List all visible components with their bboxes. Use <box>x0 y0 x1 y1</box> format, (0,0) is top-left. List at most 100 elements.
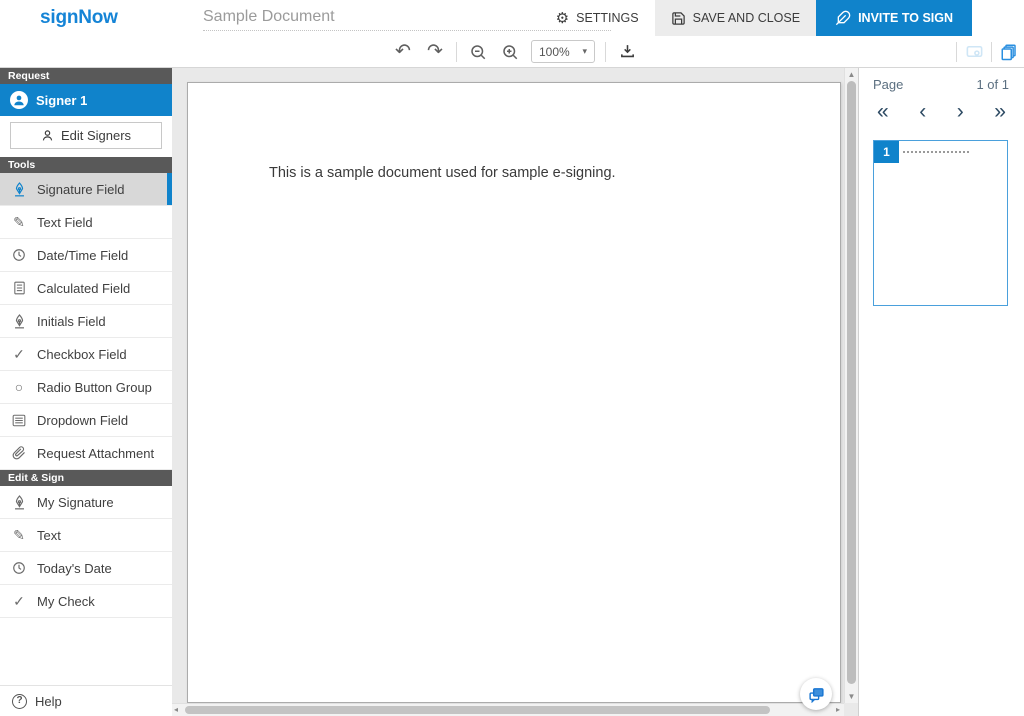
pencil-icon: ✎ <box>10 214 28 231</box>
horizontal-scrollbar-thumb[interactable] <box>185 706 770 714</box>
tool-text-field[interactable]: ✎ Text Field <box>0 206 172 239</box>
quill-icon <box>835 10 851 26</box>
help-button[interactable]: ? Help <box>0 685 172 716</box>
clock-icon <box>10 248 28 262</box>
edit-signers-wrap: Edit Signers <box>0 116 172 157</box>
edit-signers-button[interactable]: Edit Signers <box>10 122 162 149</box>
help-label: Help <box>35 694 62 709</box>
tool-dropdown-field[interactable]: Dropdown Field <box>0 404 172 437</box>
tool-label: Request Attachment <box>37 446 154 461</box>
invite-to-sign-button[interactable]: INVITE TO SIGN <box>816 0 972 36</box>
tool-label: Calculated Field <box>37 281 130 296</box>
signer-1-label: Signer 1 <box>36 93 87 108</box>
sidebar-spacer <box>0 618 172 685</box>
pen-nib-icon <box>10 182 28 197</box>
tool-datetime-field[interactable]: Date/Time Field <box>0 239 172 272</box>
tool-todays-date[interactable]: Today's Date <box>0 552 172 585</box>
page-thumbnail[interactable]: 1 <box>873 140 1008 306</box>
pencil-icon: ✎ <box>10 527 28 544</box>
tool-label: Radio Button Group <box>37 380 152 395</box>
zoom-level-value: 100% <box>539 45 570 59</box>
checkmark-icon: ✓ <box>10 346 28 363</box>
zoom-in-icon[interactable] <box>499 41 521 63</box>
calculator-icon <box>10 281 28 295</box>
save-icon <box>671 11 686 26</box>
toolbar-right <box>950 36 1024 67</box>
checkmark-icon: ✓ <box>10 593 28 610</box>
previous-page-button[interactable]: ‹ <box>911 98 934 126</box>
pen-nib-icon <box>10 495 28 510</box>
page-navigation: « ‹ › » <box>869 98 1014 126</box>
zoom-out-icon[interactable] <box>467 41 489 63</box>
clock-icon <box>10 561 28 575</box>
tool-my-check[interactable]: ✓ My Check <box>0 585 172 618</box>
signnow-logo: signNow <box>40 0 118 36</box>
tool-label: My Check <box>37 594 95 609</box>
page-thumbnails-icon[interactable] <box>998 41 1020 63</box>
chat-button[interactable] <box>800 678 832 710</box>
pages-panel: Page 1 of 1 « ‹ › » 1 <box>858 68 1024 716</box>
signer-1-row[interactable]: Signer 1 <box>0 84 172 116</box>
header-actions: ⚙ SETTINGS SAVE AND CLOSE INVITE TO SIGN <box>540 0 1024 36</box>
tool-label: Initials Field <box>37 314 106 329</box>
tool-signature-field[interactable]: Signature Field <box>0 173 172 206</box>
zoom-level-dropdown[interactable]: 100% ▾ <box>531 40 595 63</box>
left-sidebar: Request Signer 1 Edit Signers Tools Sign… <box>0 68 172 716</box>
next-page-button[interactable]: › <box>949 98 972 126</box>
signer-avatar-icon <box>10 91 28 109</box>
scroll-down-icon[interactable]: ▼ <box>845 692 858 701</box>
toolbar-divider <box>605 42 606 62</box>
page-number-badge: 1 <box>874 141 899 163</box>
tool-label: Dropdown Field <box>37 413 128 428</box>
tool-label: Text Field <box>37 215 93 230</box>
tool-my-signature[interactable]: My Signature <box>0 486 172 519</box>
redo-icon[interactable]: ↷ <box>424 41 446 63</box>
pages-panel-header: Page 1 of 1 <box>873 77 1009 92</box>
toolbar-divider <box>456 42 457 62</box>
first-page-button[interactable]: « <box>869 98 897 126</box>
tool-initials-field[interactable]: Initials Field <box>0 305 172 338</box>
list-box-icon <box>10 414 28 427</box>
save-and-close-button[interactable]: SAVE AND CLOSE <box>655 0 816 36</box>
undo-icon[interactable]: ↶ <box>392 41 414 63</box>
tool-label: Today's Date <box>37 561 112 576</box>
tool-text[interactable]: ✎ Text <box>0 519 172 552</box>
question-mark-icon: ? <box>12 694 27 709</box>
scroll-left-icon[interactable]: ◂ <box>174 704 178 716</box>
settings-label: SETTINGS <box>576 11 639 25</box>
invite-to-sign-label: INVITE TO SIGN <box>858 11 953 25</box>
download-icon[interactable] <box>616 41 638 63</box>
document-settings-icon[interactable] <box>963 41 985 63</box>
scroll-right-icon[interactable]: ▸ <box>836 704 840 716</box>
tools-section-header: Tools <box>0 157 172 173</box>
document-text: This is a sample document used for sampl… <box>269 165 616 181</box>
chat-icon <box>808 686 825 703</box>
settings-button[interactable]: ⚙ SETTINGS <box>540 0 655 36</box>
tool-request-attachment[interactable]: Request Attachment <box>0 437 172 470</box>
tool-label: Signature Field <box>37 182 124 197</box>
tool-label: Date/Time Field <box>37 248 128 263</box>
vertical-scrollbar-thumb[interactable] <box>847 81 856 684</box>
horizontal-scrollbar[interactable]: ◂ ▸ <box>172 703 844 716</box>
toolbar-divider <box>956 42 957 62</box>
scroll-up-icon[interactable]: ▲ <box>845 70 858 79</box>
vertical-scrollbar[interactable]: ▲ ▼ <box>844 68 858 703</box>
tool-checkbox-field[interactable]: ✓ Checkbox Field <box>0 338 172 371</box>
paperclip-icon <box>10 446 28 460</box>
pen-nib-icon <box>10 314 28 329</box>
tool-label: My Signature <box>37 495 114 510</box>
radio-circle-icon: ○ <box>10 379 28 395</box>
last-page-button[interactable]: » <box>986 98 1014 126</box>
person-icon <box>41 129 54 142</box>
edit-sign-section-header: Edit & Sign <box>0 470 172 486</box>
page-label: Page <box>873 77 903 92</box>
thumbnail-text-line <box>903 151 969 153</box>
toolbar: ↶ ↷ 100% ▾ <box>0 36 1024 68</box>
top-header: signNow Sample Document ⚙ SETTINGS SAVE … <box>0 0 1024 36</box>
tool-label: Checkbox Field <box>37 347 127 362</box>
tool-label: Text <box>37 528 61 543</box>
tool-radio-button-group[interactable]: ○ Radio Button Group <box>0 371 172 404</box>
document-canvas: This is a sample document used for sampl… <box>172 68 858 716</box>
tool-calculated-field[interactable]: Calculated Field <box>0 272 172 305</box>
document-page[interactable]: This is a sample document used for sampl… <box>187 82 841 703</box>
